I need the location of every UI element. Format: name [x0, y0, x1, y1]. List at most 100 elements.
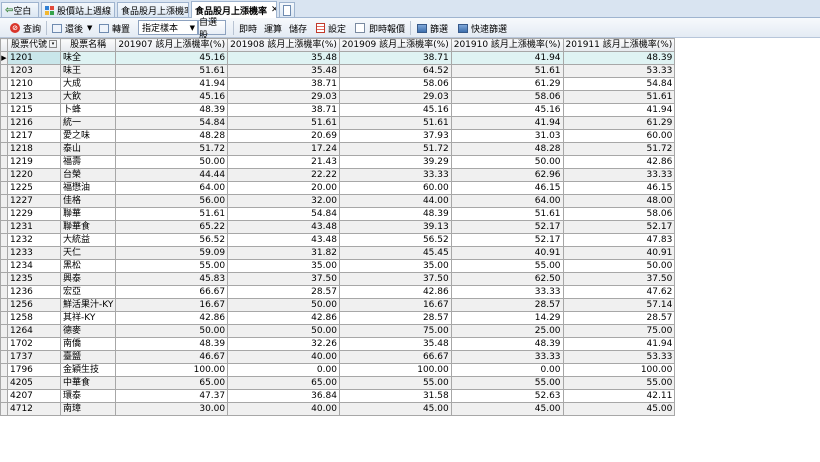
rise-probability-cell[interactable]: 28.57	[338, 311, 452, 325]
rise-probability-cell[interactable]: 50.00	[115, 324, 229, 338]
rise-probability-cell[interactable]: 55.00	[450, 376, 564, 390]
transpose-button[interactable]: 轉置	[99, 20, 130, 36]
row-indicator[interactable]	[0, 233, 8, 247]
stock-name-cell[interactable]: 福懋油	[59, 181, 117, 195]
rise-probability-cell[interactable]: 29.03	[338, 90, 452, 104]
column-header[interactable]: 201907 該月上漲機率(%)	[115, 38, 229, 52]
table-row[interactable]: 1229 聯華 51.61 54.84 48.39 51.61 58.06	[0, 207, 676, 221]
row-indicator[interactable]	[0, 90, 8, 104]
rise-probability-cell[interactable]: 60.00	[562, 129, 676, 143]
stock-code-cell[interactable]: 1256	[7, 298, 61, 312]
column-header[interactable]: 201911 該月上漲機率(%)	[562, 38, 676, 52]
rise-probability-cell[interactable]: 21.43	[227, 155, 340, 169]
rise-probability-cell[interactable]: 65.00	[115, 376, 229, 390]
stock-code-cell[interactable]: 4205	[7, 376, 61, 390]
rise-probability-cell[interactable]: 39.29	[338, 155, 452, 169]
adjust-button[interactable]: 還後 ▼	[52, 20, 92, 36]
tab-food-monthly-rise-1[interactable]: 食品股月上漲機率	[117, 2, 189, 17]
rise-probability-cell[interactable]: 51.61	[338, 116, 452, 130]
rise-probability-cell[interactable]: 0.00	[227, 363, 340, 377]
stock-code-cell[interactable]: 1235	[7, 272, 61, 286]
rise-probability-cell[interactable]: 51.72	[338, 142, 452, 156]
rise-probability-cell[interactable]: 58.06	[338, 77, 452, 91]
rise-probability-cell[interactable]: 20.00	[227, 181, 340, 195]
stock-code-cell[interactable]: 1219	[7, 155, 61, 169]
rise-probability-cell[interactable]: 61.29	[450, 77, 564, 91]
rise-probability-cell[interactable]: 58.06	[562, 207, 676, 221]
rise-probability-cell[interactable]: 64.00	[450, 194, 564, 208]
rise-probability-cell[interactable]: 35.48	[227, 64, 340, 78]
rise-probability-cell[interactable]: 31.82	[227, 246, 340, 260]
settings-button[interactable]: 設定	[316, 20, 346, 36]
rise-probability-cell[interactable]: 41.94	[115, 77, 229, 91]
row-indicator[interactable]	[0, 168, 8, 182]
rise-probability-cell[interactable]: 33.33	[450, 350, 564, 364]
rise-probability-cell[interactable]: 57.14	[562, 298, 676, 312]
row-indicator[interactable]	[0, 77, 8, 91]
rise-probability-cell[interactable]: 51.61	[115, 207, 229, 221]
table-row[interactable]: 1227 佳格 56.00 32.00 44.00 64.00 48.00	[0, 194, 676, 208]
rise-probability-cell[interactable]: 55.00	[450, 259, 564, 273]
stock-code-cell[interactable]: 1227	[7, 194, 61, 208]
rise-probability-cell[interactable]: 100.00	[338, 363, 452, 377]
rise-probability-cell[interactable]: 28.57	[227, 285, 340, 299]
rise-probability-cell[interactable]: 31.03	[450, 129, 564, 143]
table-row[interactable]: 1702 南僑 48.39 32.26 35.48 48.39 41.94	[0, 337, 676, 351]
stock-code-cell[interactable]: 1220	[7, 168, 61, 182]
rise-probability-cell[interactable]: 54.84	[227, 207, 340, 221]
rise-probability-cell[interactable]: 53.33	[562, 64, 676, 78]
rise-probability-cell[interactable]: 55.00	[115, 259, 229, 273]
row-indicator[interactable]	[0, 389, 8, 403]
rise-probability-cell[interactable]: 56.52	[115, 233, 229, 247]
rise-probability-cell[interactable]: 51.61	[562, 90, 676, 104]
rise-probability-cell[interactable]: 25.00	[450, 324, 564, 338]
rise-probability-cell[interactable]: 46.15	[562, 181, 676, 195]
rise-probability-cell[interactable]: 35.00	[227, 259, 340, 273]
rise-probability-cell[interactable]: 45.16	[115, 90, 229, 104]
table-row[interactable]: 1203 味王 51.61 35.48 64.52 51.61 53.33	[0, 64, 676, 78]
stock-code-cell[interactable]: 1702	[7, 337, 61, 351]
realtime-button[interactable]: 即時	[239, 20, 257, 36]
rise-probability-cell[interactable]: 51.61	[227, 116, 340, 130]
self-select-button[interactable]: 自選股	[198, 18, 226, 41]
stock-code-cell[interactable]: 1258	[7, 311, 61, 325]
rise-probability-cell[interactable]: 52.63	[450, 389, 564, 403]
stock-code-cell[interactable]: 1203	[7, 64, 61, 78]
new-tab-button[interactable]	[279, 2, 295, 17]
stock-code-cell[interactable]: 1737	[7, 350, 61, 364]
filter-button[interactable]: 篩選	[417, 20, 448, 36]
rise-probability-cell[interactable]: 51.61	[450, 64, 564, 78]
stock-name-cell[interactable]: 大統益	[59, 233, 117, 247]
rise-probability-cell[interactable]: 51.72	[562, 142, 676, 156]
checkbox-icon[interactable]	[355, 23, 365, 33]
rise-probability-cell[interactable]: 52.17	[562, 220, 676, 234]
table-row[interactable]: 1215 卜蜂 48.39 38.71 45.16 45.16 41.94	[0, 103, 676, 117]
rise-probability-cell[interactable]: 48.39	[562, 51, 676, 65]
stock-name-cell[interactable]: 佳格	[59, 194, 117, 208]
row-indicator[interactable]	[0, 337, 8, 351]
rise-probability-cell[interactable]: 41.94	[450, 51, 564, 65]
table-row[interactable]: 1225 福懋油 64.00 20.00 60.00 46.15 46.15	[0, 181, 676, 195]
table-row[interactable]: 4205 中華食 65.00 65.00 55.00 55.00 55.00	[0, 376, 676, 390]
rise-probability-cell[interactable]: 52.17	[450, 233, 564, 247]
rise-probability-cell[interactable]: 22.22	[227, 168, 340, 182]
rise-probability-cell[interactable]: 17.24	[227, 142, 340, 156]
table-row[interactable]: 1235 興泰 45.83 37.50 37.50 62.50 37.50	[0, 272, 676, 286]
rise-probability-cell[interactable]: 42.86	[227, 311, 340, 325]
save-button[interactable]: 儲存	[289, 20, 307, 36]
rise-probability-cell[interactable]: 35.48	[338, 337, 452, 351]
rise-probability-cell[interactable]: 31.58	[338, 389, 452, 403]
rise-probability-cell[interactable]: 46.15	[450, 181, 564, 195]
stock-code-cell[interactable]: 1233	[7, 246, 61, 260]
row-indicator[interactable]	[0, 298, 8, 312]
rise-probability-cell[interactable]: 66.67	[338, 350, 452, 364]
rise-probability-cell[interactable]: 30.00	[115, 402, 229, 416]
rise-probability-cell[interactable]: 48.39	[115, 103, 229, 117]
rise-probability-cell[interactable]: 29.03	[227, 90, 340, 104]
rise-probability-cell[interactable]: 42.86	[338, 285, 452, 299]
table-row[interactable]: 1236 宏亞 66.67 28.57 42.86 33.33 47.62	[0, 285, 676, 299]
stock-name-cell[interactable]: 福壽	[59, 155, 117, 169]
compute-button[interactable]: 運算	[264, 20, 282, 36]
stock-code-cell[interactable]: 1232	[7, 233, 61, 247]
rise-probability-cell[interactable]: 66.67	[115, 285, 229, 299]
